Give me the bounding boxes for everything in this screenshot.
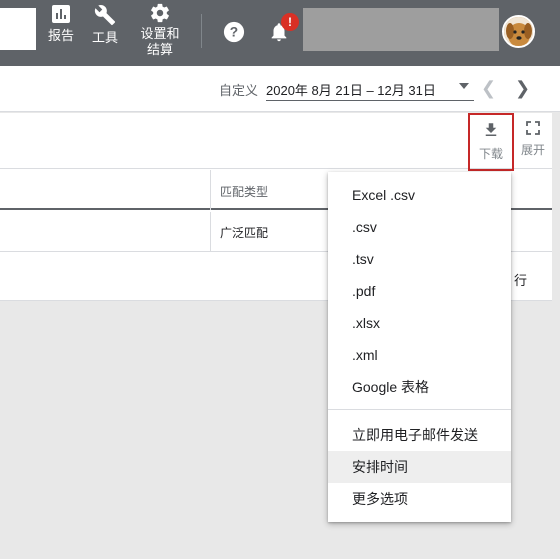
- match-type-header[interactable]: 匹配类型: [220, 183, 268, 200]
- tools-button[interactable]: 工具: [88, 4, 122, 46]
- fullscreen-icon: [526, 121, 540, 135]
- expand-button[interactable]: 展开: [516, 113, 550, 171]
- expand-label: 展开: [520, 143, 545, 157]
- settings-billing-button[interactable]: 设置和 结算: [134, 2, 186, 58]
- menu-item-more-options[interactable]: 更多选项: [328, 483, 511, 515]
- avatar[interactable]: [502, 15, 535, 48]
- menu-item-csv[interactable]: .csv: [328, 211, 511, 243]
- toolbar-divider: [201, 14, 202, 48]
- rows-label: 行: [514, 273, 528, 288]
- chevron-left-icon[interactable]: ❮: [481, 78, 496, 99]
- reports-button[interactable]: 报告: [46, 4, 76, 44]
- reports-label: 报告: [47, 28, 74, 43]
- reports-icon: [52, 5, 70, 23]
- download-label: 下载: [478, 147, 503, 161]
- menu-item-pdf[interactable]: .pdf: [328, 275, 511, 307]
- date-range-text: 2020年 8月 21日 – 12月 31日: [266, 83, 436, 98]
- notification-badge: !: [281, 13, 299, 31]
- download-button[interactable]: 下载: [468, 113, 514, 171]
- account-info-redacted[interactable]: [303, 8, 499, 51]
- menu-item-google-sheets[interactable]: Google 表格: [328, 371, 511, 403]
- menu-item-xml[interactable]: .xml: [328, 339, 511, 371]
- match-type-cell: 广泛匹配: [220, 226, 269, 240]
- wrench-icon: [94, 5, 116, 26]
- top-app-bar: 报告 工具 设置和 结算 ? !: [0, 0, 560, 66]
- menu-item-schedule[interactable]: 安排时间: [328, 451, 511, 483]
- tools-label: 工具: [91, 30, 118, 45]
- gear-icon: [151, 3, 169, 23]
- date-range-bar: 自定义 2020年 8月 21日 – 12月 31日 ❮ ❯: [0, 66, 560, 112]
- chevron-right-icon[interactable]: ❯: [515, 78, 530, 99]
- search-box[interactable]: [0, 8, 36, 50]
- settings-label-line1: 设置和: [140, 26, 180, 41]
- svg-text:?: ?: [230, 25, 238, 40]
- help-icon[interactable]: ?: [223, 21, 245, 43]
- menu-divider: [328, 409, 511, 410]
- date-range-selector[interactable]: 2020年 8月 21日 – 12月 31日: [266, 79, 474, 101]
- column-divider: [210, 212, 211, 252]
- menu-item-email-now[interactable]: 立即用电子邮件发送: [328, 419, 511, 451]
- download-icon: [485, 123, 497, 136]
- date-preset-label: 自定义: [219, 83, 259, 98]
- table-toolbar: 下载 展开: [0, 113, 552, 171]
- menu-item-tsv[interactable]: .tsv: [328, 243, 511, 275]
- menu-item-xlsx[interactable]: .xlsx: [328, 307, 511, 339]
- column-divider: [210, 170, 211, 210]
- settings-label-line2: 结算: [146, 42, 173, 57]
- dropdown-caret-icon[interactable]: [459, 83, 469, 89]
- dog-avatar-image: [504, 17, 533, 46]
- menu-item-excel-csv[interactable]: Excel .csv: [328, 179, 511, 211]
- download-format-menu: Excel .csv .csv .tsv .pdf .xlsx .xml Goo…: [328, 172, 511, 522]
